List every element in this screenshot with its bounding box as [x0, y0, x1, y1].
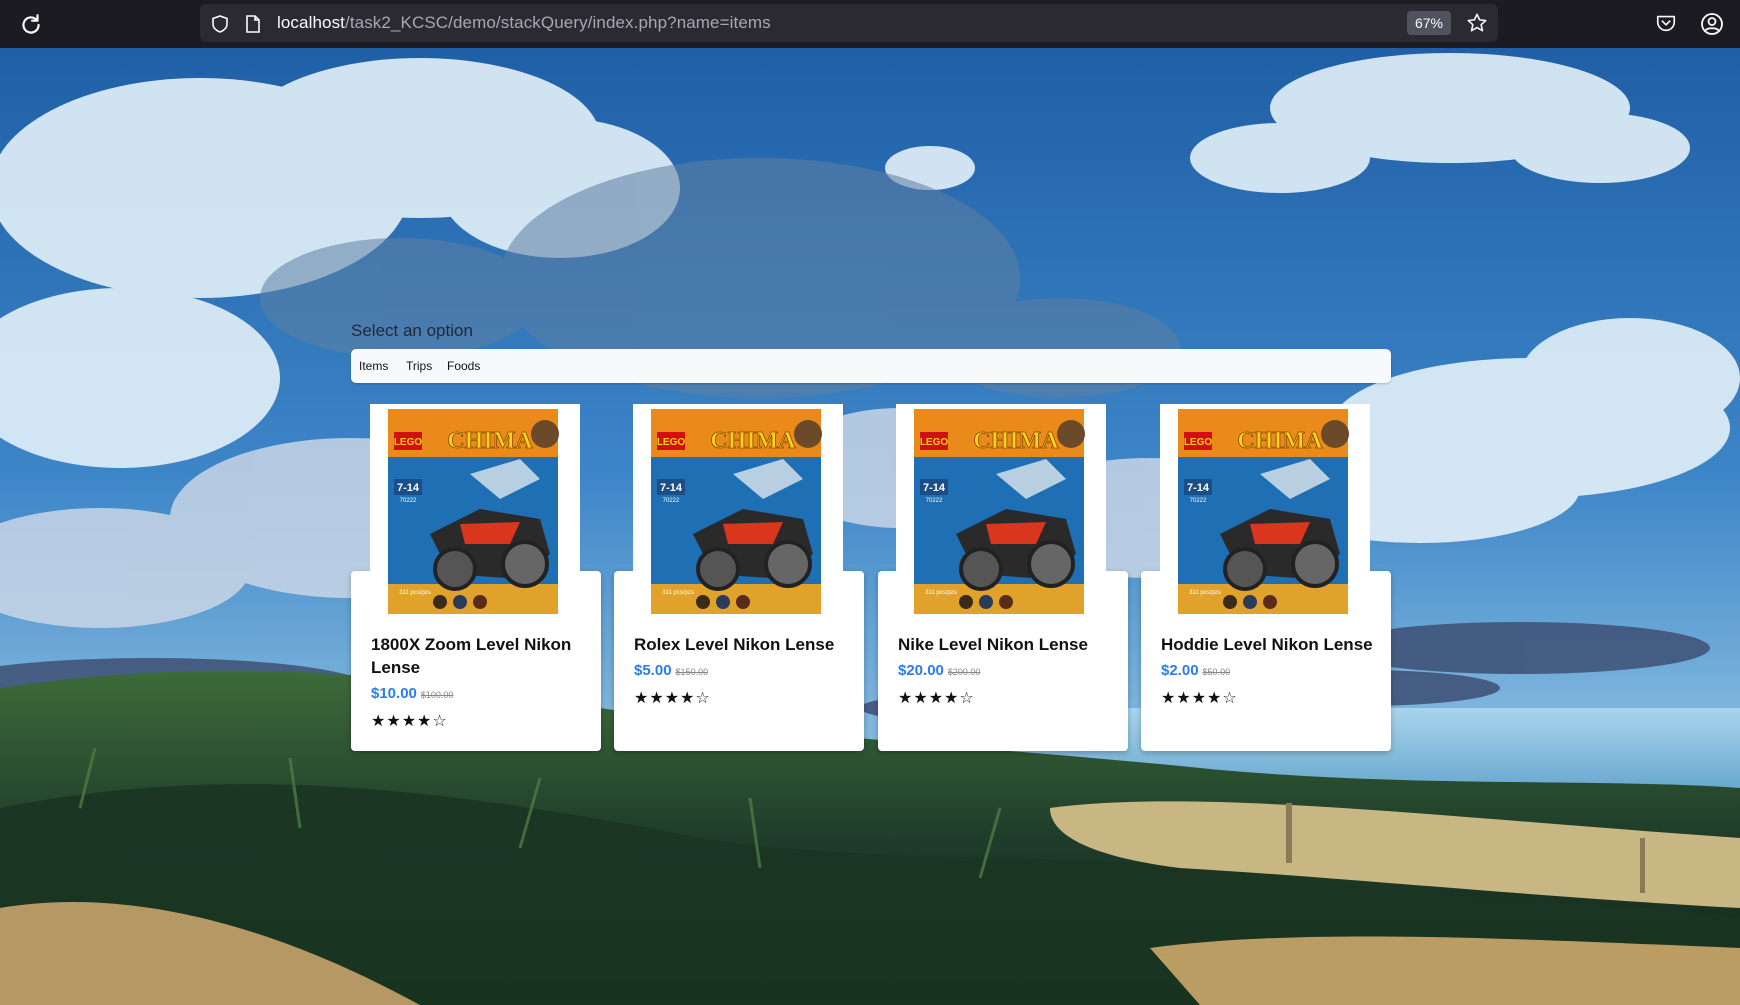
account-icon[interactable] — [1700, 12, 1724, 36]
product-title[interactable]: Hoddie Level Nikon Lense — [1161, 633, 1376, 656]
original-price: $150.00 — [675, 667, 709, 677]
pocket-icon[interactable] — [1655, 12, 1677, 34]
zoom-indicator[interactable]: 67% — [1407, 11, 1451, 35]
svg-text:311 pcs/pzs: 311 pcs/pzs — [1189, 590, 1221, 596]
background-scene — [0, 48, 1740, 1005]
reload-icon[interactable] — [18, 12, 44, 38]
address-bar[interactable]: localhost/task2_KCSC/demo/stackQuery/ind… — [200, 4, 1498, 42]
svg-text:7-14: 7-14 — [397, 482, 420, 494]
product-image[interactable]: LEGO CHIMA 7-14 70222 311 pcs/pzs — [896, 404, 1106, 619]
original-price: $200.00 — [947, 667, 981, 677]
svg-text:CHIMA: CHIMA — [1237, 428, 1323, 454]
nav-item-foods[interactable]: Foods — [447, 359, 480, 373]
svg-text:7-14: 7-14 — [1187, 482, 1210, 494]
product-price: $10.00 — [371, 685, 417, 702]
rating-stars: ★★★★☆ — [1161, 690, 1238, 707]
price-row: $20.00 $200.00 — [898, 662, 980, 679]
svg-text:70222: 70222 — [1190, 498, 1207, 504]
product-image[interactable]: LEGO CHIMA 7-14 70222 311 pcs/pzs — [370, 404, 580, 619]
nav-item-trips[interactable]: Trips — [406, 359, 432, 373]
nav-item-items[interactable]: Items — [359, 359, 388, 373]
select-option-label: Select an option — [351, 321, 473, 340]
original-price: $50.00 — [1202, 667, 1231, 677]
product-price: $2.00 — [1161, 662, 1199, 679]
url-host: localhost — [277, 13, 345, 32]
svg-text:LEGO: LEGO — [920, 437, 949, 448]
svg-text:LEGO: LEGO — [657, 437, 686, 448]
svg-text:LEGO: LEGO — [1184, 437, 1213, 448]
product-price: $5.00 — [634, 662, 672, 679]
svg-text:311 pcs/pzs: 311 pcs/pzs — [399, 590, 431, 596]
svg-text:LEGO: LEGO — [394, 437, 423, 448]
svg-text:7-14: 7-14 — [923, 482, 946, 494]
product-price: $20.00 — [898, 662, 944, 679]
svg-text:70222: 70222 — [663, 498, 680, 504]
svg-text:CHIMA: CHIMA — [710, 428, 796, 454]
svg-text:70222: 70222 — [926, 498, 943, 504]
url-path: /task2_KCSC/demo/stackQuery/index.php?na… — [345, 13, 771, 32]
product-title[interactable]: Rolex Level Nikon Lense — [634, 633, 849, 656]
category-navbar: Items Trips Foods — [351, 349, 1391, 383]
url-text[interactable]: localhost/task2_KCSC/demo/stackQuery/ind… — [277, 13, 771, 33]
original-price: $100.00 — [420, 690, 454, 700]
page-icon[interactable] — [244, 14, 262, 34]
svg-text:70222: 70222 — [400, 498, 417, 504]
rating-stars: ★★★★☆ — [898, 690, 975, 707]
product-title[interactable]: Nike Level Nikon Lense — [898, 633, 1113, 656]
svg-text:311 pcs/pzs: 311 pcs/pzs — [925, 590, 957, 596]
price-row: $10.00 $100.00 — [371, 685, 453, 702]
product-image[interactable]: LEGO CHIMA 7-14 70222 311 pcs/pzs — [1160, 404, 1370, 619]
svg-text:7-14: 7-14 — [660, 482, 683, 494]
svg-text:311 pcs/pzs: 311 pcs/pzs — [662, 590, 694, 596]
rating-stars: ★★★★☆ — [371, 713, 448, 730]
product-title[interactable]: 1800X Zoom Level Nikon Lense — [371, 633, 586, 679]
price-row: $5.00 $150.00 — [634, 662, 708, 679]
bookmark-star-icon[interactable] — [1466, 12, 1488, 34]
svg-text:CHIMA: CHIMA — [973, 428, 1059, 454]
product-image[interactable]: LEGO CHIMA 7-14 70222 311 pcs/pzs — [633, 404, 843, 619]
price-row: $2.00 $50.00 — [1161, 662, 1230, 679]
rating-stars: ★★★★☆ — [634, 690, 711, 707]
shield-icon[interactable] — [210, 14, 230, 34]
svg-text:CHIMA: CHIMA — [447, 428, 533, 454]
browser-toolbar: localhost/task2_KCSC/demo/stackQuery/ind… — [0, 0, 1740, 48]
